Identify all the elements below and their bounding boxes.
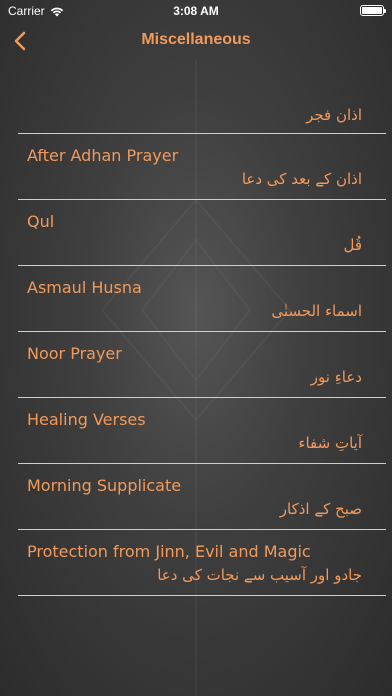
status-bar: Carrier 3:08 AM bbox=[0, 0, 392, 22]
list-item-urdu: اسماء الحسنٰی bbox=[271, 302, 362, 320]
page-title: Miscellaneous bbox=[141, 31, 251, 48]
status-right bbox=[360, 5, 386, 16]
list-item-after-adhan-prayer[interactable]: After Adhan Prayer اذان کے بعد کی دعا bbox=[18, 134, 386, 200]
list-item-urdu: قُل bbox=[343, 236, 362, 254]
list-item-title: Noor Prayer bbox=[27, 344, 122, 363]
list-item-urdu: اذان کے بعد کی دعا bbox=[241, 170, 362, 188]
prayer-list: اذان فجر After Adhan Prayer اذان کے بعد … bbox=[0, 68, 392, 596]
list-item-title: Protection from Jinn, Evil and Magic bbox=[27, 542, 311, 561]
list-item-title: Qul bbox=[27, 212, 55, 231]
list-item-title: Morning Supplicate bbox=[27, 476, 182, 495]
list-item-urdu: اذان فجر bbox=[306, 106, 362, 124]
list-item-title: Asmaul Husna bbox=[27, 278, 142, 297]
list-item-title: Healing Verses bbox=[27, 410, 146, 429]
list-item-healing-verses[interactable]: Healing Verses آیاتِ شفاء bbox=[18, 398, 386, 464]
list-item-title: After Adhan Prayer bbox=[27, 146, 179, 165]
list-item-urdu: صبح کے اذکار bbox=[279, 500, 362, 518]
list-item-urdu: آیاتِ شفاء bbox=[298, 434, 362, 452]
list-item-morning-supplicate[interactable]: Morning Supplicate صبح کے اذکار bbox=[18, 464, 386, 530]
status-time: 3:08 AM bbox=[173, 4, 219, 18]
list-item-qul[interactable]: Qul قُل bbox=[18, 200, 386, 266]
list-item-protection-jinn[interactable]: Protection from Jinn, Evil and Magic جاد… bbox=[18, 530, 386, 596]
list-item-urdu: دعاءِ نور bbox=[310, 368, 362, 386]
list-item-noor-prayer[interactable]: Noor Prayer دعاءِ نور bbox=[18, 332, 386, 398]
nav-bar: Miscellaneous bbox=[0, 22, 392, 62]
list-item-urdu: جادو اور آسیب سے نجات کی دعا bbox=[157, 566, 362, 584]
list-item-asmaul-husna[interactable]: Asmaul Husna اسماء الحسنٰی bbox=[18, 266, 386, 332]
list-item-fajr-adhan[interactable]: اذان فجر bbox=[18, 68, 386, 134]
battery-icon bbox=[360, 5, 386, 16]
